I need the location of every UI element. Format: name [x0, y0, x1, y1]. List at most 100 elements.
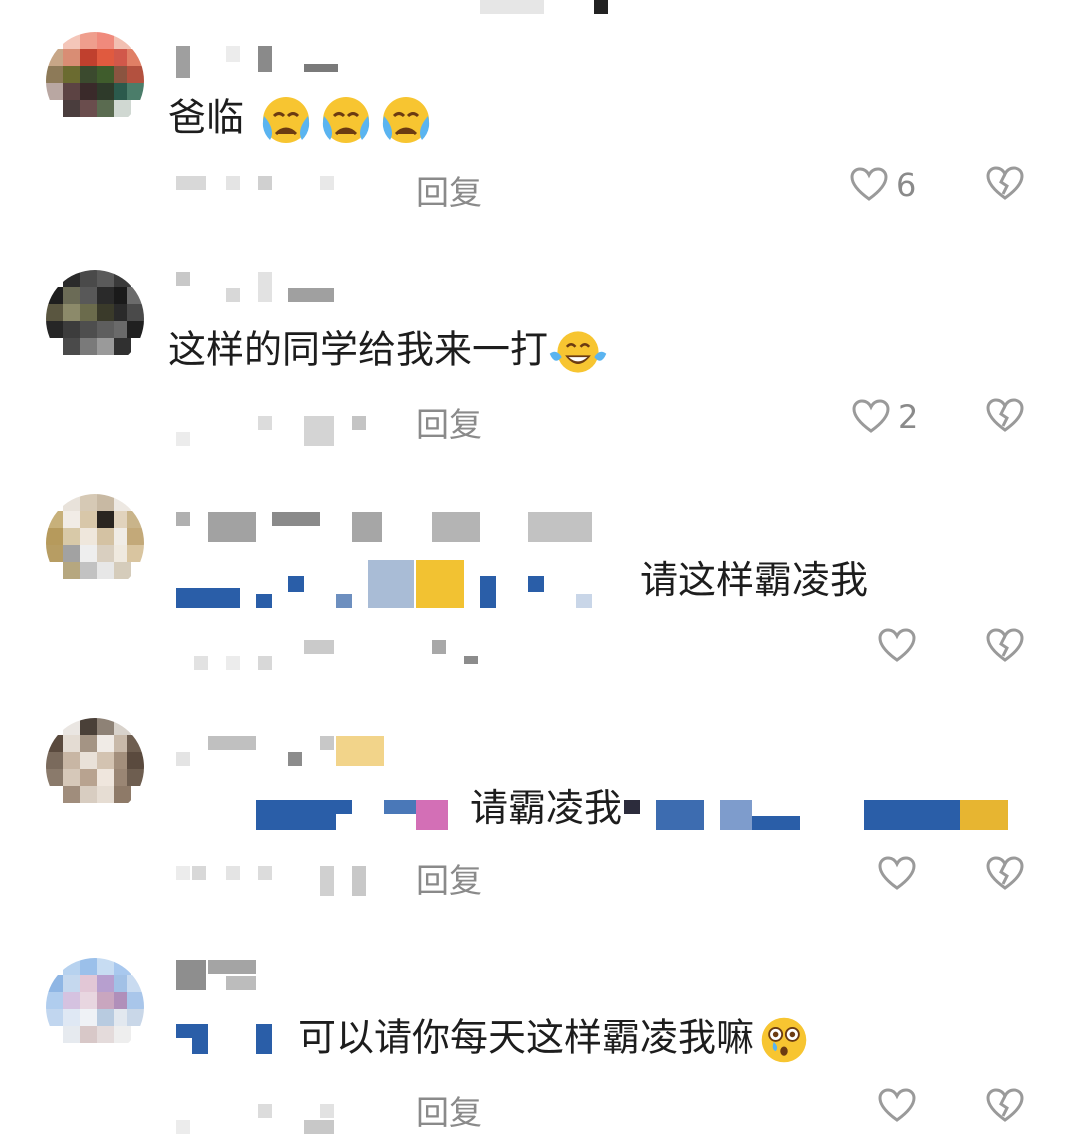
comment-text: 爸临 [168, 94, 436, 146]
metadata-pixelated [320, 176, 334, 190]
broken-heart-icon [986, 628, 1024, 662]
pixelated-fragment [288, 576, 304, 592]
metadata-pixelated [192, 866, 206, 880]
pixelated-fragment [416, 800, 448, 830]
reply-button[interactable]: 回复 [416, 398, 482, 446]
username-pixelated[interactable] [288, 288, 334, 302]
like-button[interactable]: 6 [850, 166, 916, 204]
avatar[interactable] [46, 494, 144, 592]
username-pixelated[interactable] [208, 736, 256, 750]
dislike-button[interactable] [986, 1088, 1024, 1124]
pixelated-fragment [960, 800, 1008, 830]
pixelated-fragment [624, 800, 640, 814]
metadata-pixelated [176, 866, 190, 880]
heart-outline-icon [878, 628, 916, 662]
broken-heart-icon [986, 1088, 1024, 1122]
metadata-pixelated [176, 1120, 190, 1134]
username-pixelated[interactable] [258, 46, 272, 72]
username-pixelated[interactable] [208, 960, 256, 974]
pixelated-fragment [256, 594, 272, 608]
metadata-pixelated [258, 176, 272, 190]
reply-button[interactable]: 回复 [416, 166, 482, 214]
username-pixelated[interactable] [208, 512, 256, 542]
username-pixelated[interactable] [432, 512, 480, 542]
pixelated-fragment [336, 800, 352, 814]
pixelated-fragment [720, 800, 752, 830]
reply-button[interactable]: 回复 [416, 854, 482, 902]
username-pixelated[interactable] [176, 512, 190, 526]
username-pixelated[interactable] [258, 272, 272, 302]
pixelated-fragment [416, 560, 464, 608]
username-pixelated[interactable] [176, 752, 190, 766]
username-pixelated[interactable] [176, 272, 190, 286]
broken-heart-icon [986, 398, 1024, 432]
like-button[interactable]: 2 [852, 398, 918, 436]
metadata-pixelated [304, 416, 334, 446]
metadata-pixelated [176, 176, 206, 190]
username-pixelated[interactable] [288, 752, 302, 766]
crying-emoji [262, 97, 310, 143]
username-pixelated[interactable] [336, 736, 384, 766]
pixelated-fragment [176, 1024, 208, 1038]
like-count: 2 [898, 398, 919, 436]
dislike-button[interactable] [986, 398, 1024, 434]
pixelated-fragment [256, 800, 336, 830]
dislike-button[interactable] [986, 166, 1024, 202]
pixelated-fragment [528, 576, 544, 592]
pixelated-fragment [576, 594, 592, 608]
heart-outline-icon [852, 399, 890, 433]
broken-heart-icon [986, 856, 1024, 890]
laughing-tears-emoji [549, 331, 607, 373]
username-pixelated[interactable] [272, 512, 320, 526]
like-count: 6 [896, 166, 917, 204]
pixelated-fragment [480, 576, 496, 608]
reply-button[interactable]: 回复 [416, 1086, 482, 1134]
pixelated-fragment [864, 800, 960, 830]
pixelated-fragment [336, 594, 352, 608]
pixelated-fragment [368, 560, 414, 608]
dislike-button[interactable] [986, 628, 1024, 664]
pixelated-fragment [594, 0, 608, 14]
username-pixelated[interactable] [226, 976, 256, 990]
username-pixelated[interactable] [320, 736, 334, 750]
avatar[interactable] [46, 718, 144, 816]
metadata-pixelated [258, 656, 272, 670]
username-pixelated[interactable] [352, 512, 382, 542]
avatar[interactable] [46, 270, 144, 368]
metadata-pixelated [352, 416, 366, 430]
like-button[interactable] [878, 856, 916, 892]
username-pixelated[interactable] [176, 960, 206, 990]
username-pixelated[interactable] [226, 46, 240, 62]
avatar[interactable] [46, 32, 144, 130]
pixelated-fragment [480, 0, 544, 14]
username-pixelated[interactable] [528, 512, 592, 542]
crying-emoji [382, 97, 430, 143]
metadata-pixelated [352, 866, 366, 896]
heart-outline-icon [878, 856, 916, 890]
pixelated-fragment [256, 1024, 272, 1054]
metadata-pixelated [226, 656, 240, 670]
metadata-pixelated [258, 416, 272, 430]
crying-emoji [322, 97, 370, 143]
pixelated-fragment [176, 588, 240, 608]
heart-outline-icon [878, 1088, 916, 1122]
metadata-pixelated [304, 640, 334, 654]
like-button[interactable] [878, 1088, 916, 1124]
username-pixelated[interactable] [226, 288, 240, 302]
metadata-pixelated [304, 1120, 334, 1134]
broken-heart-icon [986, 166, 1024, 200]
pixelated-fragment [656, 800, 704, 830]
metadata-pixelated [226, 176, 240, 190]
username-pixelated[interactable] [304, 64, 338, 72]
metadata-pixelated [432, 640, 446, 654]
dislike-button[interactable] [986, 856, 1024, 892]
username-pixelated[interactable] [176, 46, 190, 78]
metadata-pixelated [194, 656, 208, 670]
comment-text: 这样的同学给我来一打 [168, 326, 608, 378]
metadata-pixelated [258, 1104, 272, 1118]
comment-text: 请这样霸凌我 [640, 558, 869, 602]
like-button[interactable] [878, 628, 916, 664]
metadata-pixelated [320, 866, 334, 896]
tearful-shocked-emoji [761, 1017, 807, 1063]
avatar[interactable] [46, 958, 144, 1056]
